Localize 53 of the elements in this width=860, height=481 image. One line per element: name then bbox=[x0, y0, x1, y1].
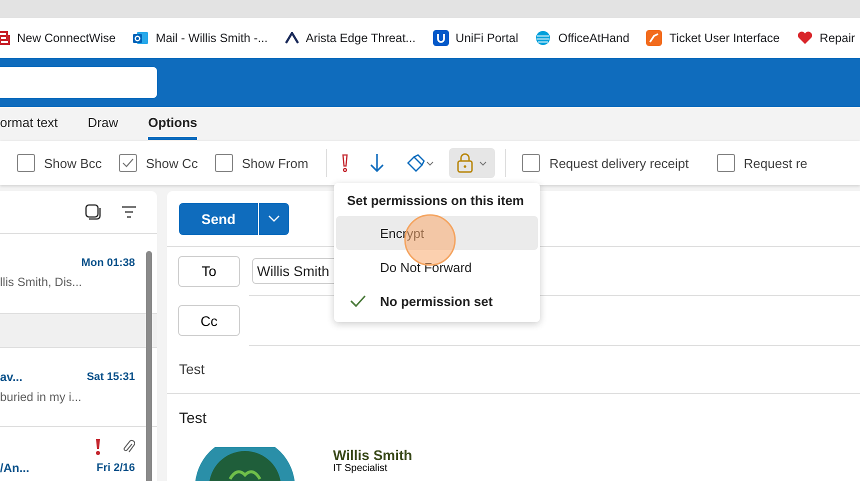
mail-app-icon bbox=[132, 30, 149, 46]
app-logo-icon bbox=[646, 30, 662, 46]
checkbox[interactable] bbox=[716, 154, 735, 172]
checkmark-icon bbox=[350, 295, 366, 307]
checkbox[interactable] bbox=[17, 154, 35, 172]
cc-button[interactable]: Cc bbox=[178, 305, 240, 336]
to-button[interactable]: To bbox=[178, 256, 240, 287]
checkbox-label: Show Bcc bbox=[44, 156, 102, 170]
chevron-logo-icon bbox=[284, 32, 299, 44]
bookmark-link[interactable]: Ticket User Interface bbox=[669, 31, 780, 45]
menu-title: Set permissions on this item bbox=[346, 192, 525, 210]
scrollbar[interactable] bbox=[146, 251, 152, 481]
lock-chevron-icon[interactable] bbox=[449, 148, 496, 178]
send-options-button[interactable] bbox=[258, 202, 289, 235]
bookmark-link[interactable]: OfficeAtHand bbox=[558, 31, 630, 45]
paperclip-icon bbox=[123, 438, 135, 455]
bookmark-link[interactable]: Mail - Willis Smith -... bbox=[156, 31, 268, 45]
globe-icon bbox=[535, 30, 552, 46]
message-preview: buried in my i... bbox=[0, 390, 82, 404]
bookmark-link[interactable]: New ConnectWise bbox=[17, 31, 116, 45]
checkbox[interactable] bbox=[522, 154, 540, 172]
checkbox-label: Request re bbox=[744, 156, 808, 170]
squares-icon bbox=[0, 31, 10, 45]
filter-icon[interactable] bbox=[121, 206, 137, 218]
message-body-text: Test bbox=[178, 408, 208, 427]
send-button[interactable]: Send bbox=[179, 202, 258, 235]
menu-item[interactable]: No permission set bbox=[336, 284, 538, 318]
select-icon[interactable] bbox=[85, 204, 101, 220]
checkbox[interactable] bbox=[214, 154, 233, 172]
message-preview: llis Smith, Dis... bbox=[0, 275, 84, 290]
subject-field[interactable]: Test bbox=[179, 361, 205, 378]
checkbox-label: Show Cc bbox=[146, 156, 198, 170]
checkmark-icon bbox=[122, 158, 134, 168]
checkbox-label: Request delivery receipt bbox=[549, 156, 689, 170]
signature-name: Willis Smith bbox=[333, 446, 412, 463]
search-field[interactable] bbox=[0, 67, 157, 98]
heart-icon bbox=[796, 31, 813, 45]
message-subject: /An... bbox=[0, 460, 30, 475]
u-logo-icon bbox=[432, 30, 449, 46]
message-time: Mon 01:38 bbox=[81, 257, 135, 270]
checkbox[interactable] bbox=[118, 154, 137, 172]
signature-title: IT Specialist bbox=[333, 462, 388, 474]
message-time: Sat 15:31 bbox=[86, 371, 135, 384]
ribbon-tab[interactable]: Draw bbox=[88, 115, 118, 140]
bookmark-link[interactable]: Arista Edge Threat... bbox=[306, 31, 416, 45]
bookmark-link[interactable]: Repair bbox=[820, 31, 856, 45]
ribbon-tab[interactable]: ormat text bbox=[0, 115, 58, 140]
checkbox-label: Show From bbox=[242, 156, 308, 170]
message-subject: av... bbox=[0, 370, 22, 384]
message-time: Fri 2/16 bbox=[96, 462, 135, 474]
chevron-down-icon bbox=[268, 214, 280, 223]
exclamation-icon bbox=[95, 438, 101, 455]
bookmark-link[interactable]: UniFi Portal bbox=[456, 31, 518, 45]
